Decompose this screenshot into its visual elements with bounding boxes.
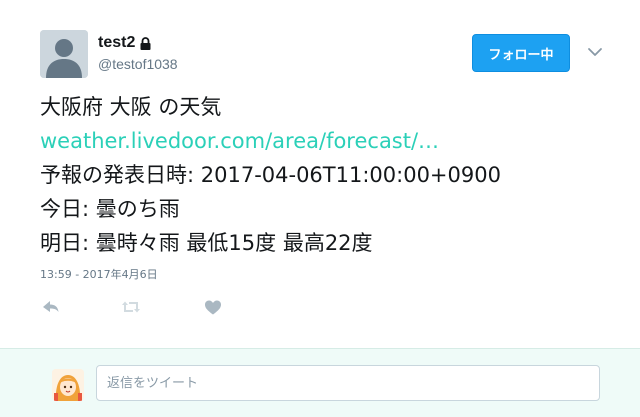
retweet-icon: [122, 301, 140, 313]
heart-icon: [205, 300, 221, 315]
tweet-line-today: 今日: 曇のち雨: [40, 197, 180, 221]
tweet-text: 大阪府 大阪 の天気 weather.livedoor.com/area/for…: [40, 90, 620, 260]
user-avatar[interactable]: [40, 30, 88, 78]
current-user-avatar: [52, 369, 84, 401]
tweet-timestamp[interactable]: 13:59 - 2017年4月6日: [40, 266, 158, 282]
user-display-name[interactable]: test2: [98, 34, 135, 52]
user-display-name-row[interactable]: test2: [98, 34, 151, 52]
reply-button[interactable]: [40, 296, 62, 318]
more-options-button[interactable]: [586, 44, 604, 58]
like-button[interactable]: [202, 296, 224, 318]
tweet-line-tomorrow: 明日: 曇時々雨 最低15度 最高22度: [40, 231, 373, 255]
user-handle[interactable]: @testof1038: [98, 56, 178, 72]
tweet-link[interactable]: weather.livedoor.com/area/forecast/…: [40, 124, 620, 158]
following-button[interactable]: フォロー中: [472, 34, 570, 72]
retweet-button[interactable]: [120, 296, 142, 318]
lock-icon: [140, 36, 151, 50]
reply-bar: [0, 348, 640, 417]
tweet-card: test2 @testof1038 フォロー中 大阪府 大阪 の天気 weath…: [0, 0, 640, 348]
tweet-line-published: 予報の発表日時: 2017-04-06T11:00:00+0900: [40, 163, 501, 187]
tweet-line-title: 大阪府 大阪 の天気: [40, 95, 222, 119]
default-avatar-icon: [40, 30, 88, 78]
reply-input[interactable]: [96, 365, 600, 401]
reply-icon: [43, 301, 59, 312]
anime-avatar-icon: [52, 369, 84, 401]
chevron-down-icon: [588, 48, 602, 56]
